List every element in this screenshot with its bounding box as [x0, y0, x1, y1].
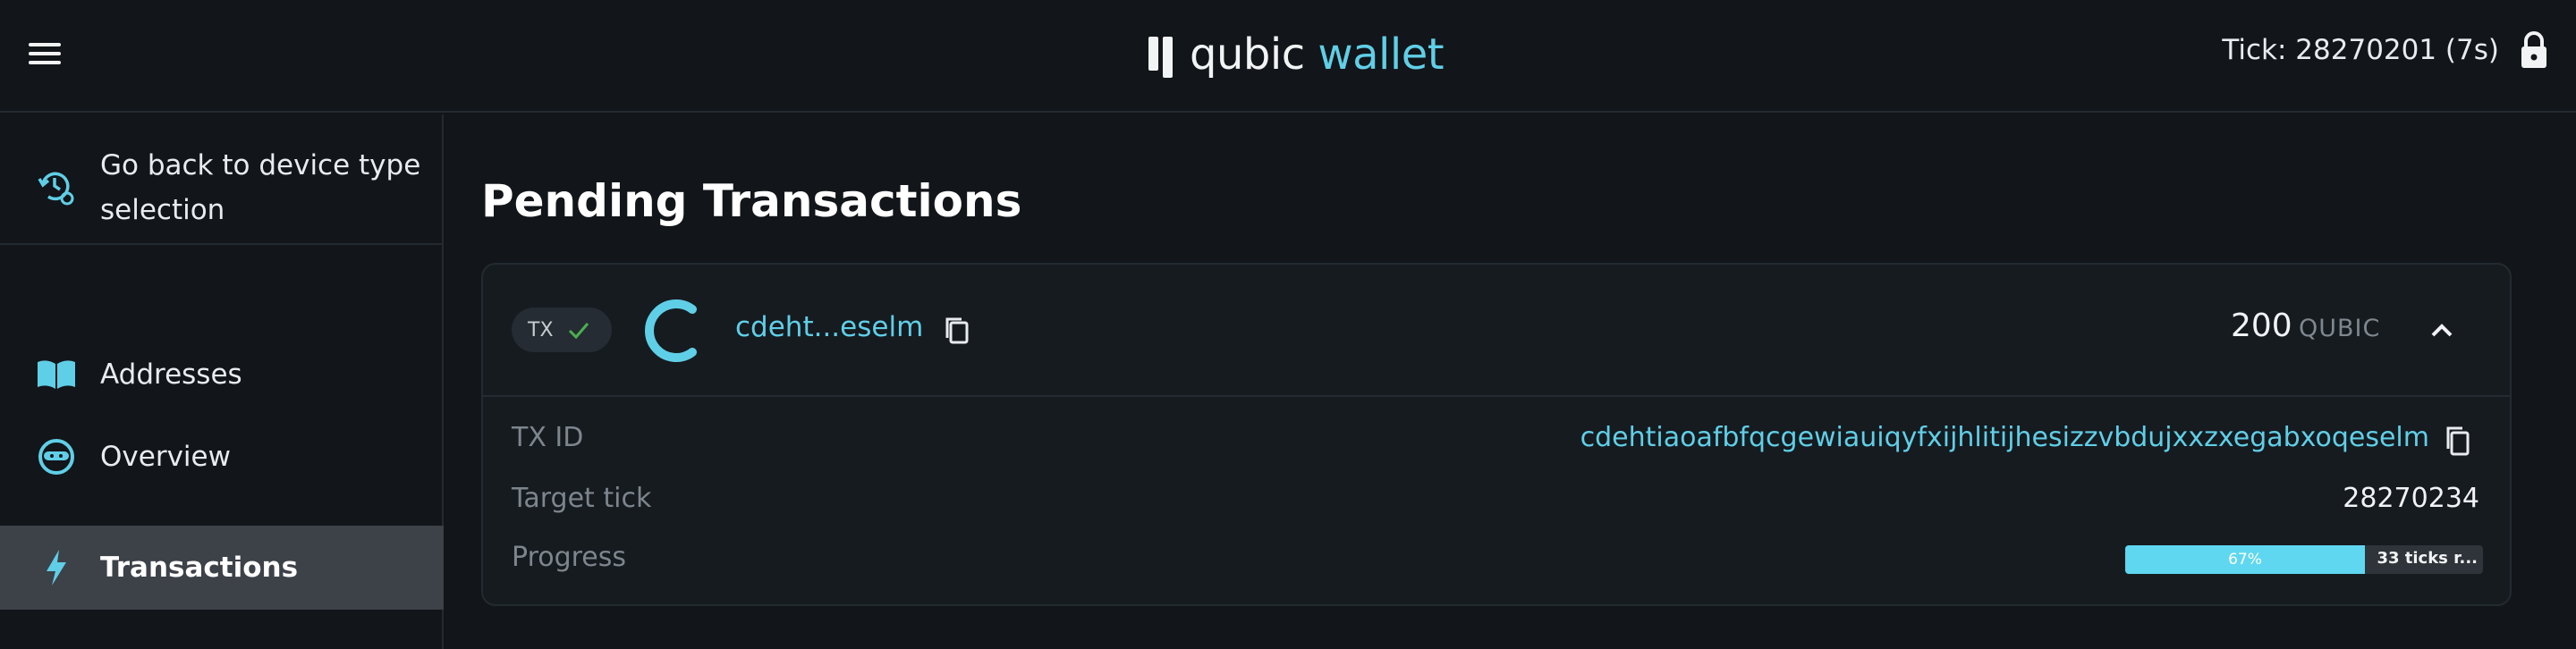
chevron-up-icon[interactable]: [2424, 313, 2460, 349]
progress-bar-fill: 67%: [2125, 545, 2365, 574]
qubic-logo-icon: [1148, 33, 1177, 78]
logo-primary-text: qubic: [1190, 30, 1305, 80]
app-logo: qubic wallet: [1148, 29, 1445, 80]
sidebar-item-label: Overview: [100, 441, 231, 473]
transaction-card: TX cdeht...eselm 200 QUBIC TX ID cdehtia…: [481, 263, 2512, 606]
tx-badge-label: TX: [528, 318, 554, 341]
tx-id-label: TX ID: [512, 422, 584, 453]
logo-secondary-text: wallet: [1318, 30, 1445, 80]
copy-icon[interactable]: [2444, 424, 2472, 458]
sidebar-item-label: Go back to device type selection: [100, 149, 421, 226]
book-icon: [36, 354, 77, 395]
progress-percent: 67%: [2228, 551, 2262, 569]
sidebar: Go back to device type selection Address…: [0, 114, 444, 649]
tick-status: Tick: 28270201 (7s): [2222, 34, 2499, 66]
face-icon: [36, 436, 77, 477]
tx-status-badge: TX: [512, 308, 612, 352]
progress-label: Progress: [512, 542, 627, 573]
hamburger-menu-icon[interactable]: [27, 39, 63, 68]
check-icon: [567, 318, 590, 341]
tx-id-value-link[interactable]: cdehtiaoafbfqcgewiauiqyfxijhlitijhesizzv…: [1580, 422, 2429, 453]
sidebar-item-device-selection[interactable]: Go back to device type selection: [0, 129, 444, 245]
progress-remaining: 33 ticks r...: [2377, 549, 2478, 568]
sidebar-item-transactions[interactable]: Transactions: [0, 526, 444, 610]
copy-icon[interactable]: [943, 315, 971, 347]
bolt-icon: [36, 547, 77, 588]
lock-icon[interactable]: [2519, 30, 2549, 70]
tx-short-id-link[interactable]: cdeht...eselm: [735, 311, 923, 343]
device-reset-icon: [36, 166, 77, 207]
card-divider: [483, 395, 2510, 397]
target-tick-label: Target tick: [512, 483, 652, 514]
sidebar-item-label: Transactions: [100, 552, 299, 584]
sidebar-item-label: Addresses: [100, 358, 242, 391]
progress-bar: 67% 33 ticks r...: [2125, 545, 2483, 574]
tx-amount-unit: QUBIC: [2299, 315, 2381, 342]
page-title: Pending Transactions: [481, 175, 1022, 227]
tx-amount: 200: [2231, 308, 2292, 344]
loading-spinner-icon: [640, 297, 708, 365]
target-tick-value: 28270234: [2343, 483, 2479, 514]
top-bar: qubic wallet Tick: 28270201 (7s): [0, 0, 2576, 113]
